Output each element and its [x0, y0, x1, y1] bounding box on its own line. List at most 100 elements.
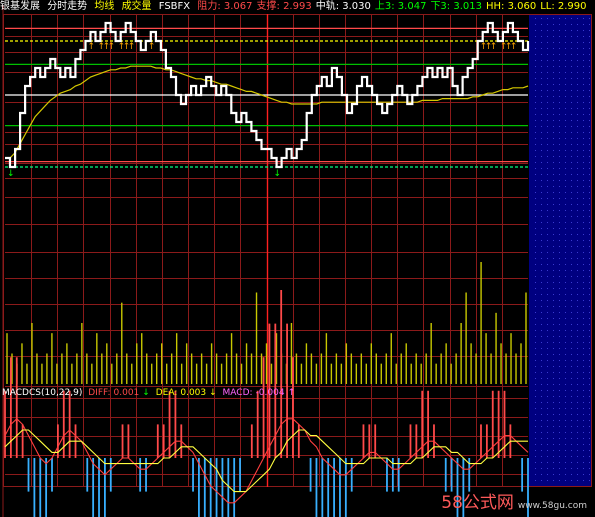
panel-dot: [535, 186, 536, 187]
panel-dot: [535, 294, 536, 295]
panel-dot: [541, 318, 542, 319]
panel-dot: [535, 162, 536, 163]
panel-dot: [559, 462, 560, 463]
macd-dea-arrow: ↓: [209, 388, 217, 398]
panel-dot: [553, 72, 554, 73]
panel-dot: [571, 192, 572, 193]
tab-intraday[interactable]: 分时走势: [47, 1, 87, 12]
panel-dot: [541, 210, 542, 211]
panel-dot: [559, 354, 560, 355]
panel-dot: [571, 174, 572, 175]
panel-dot: [553, 36, 554, 37]
volume-label[interactable]: 成交量: [122, 1, 152, 12]
panel-dot: [535, 54, 536, 55]
panel-dot: [547, 222, 548, 223]
panel-dot: [535, 168, 536, 169]
panel-dot: [553, 180, 554, 181]
panel-dot: [547, 60, 548, 61]
panel-dot: [559, 48, 560, 49]
panel-dot: [589, 234, 590, 235]
panel-dot: [589, 150, 590, 151]
panel-dot: [571, 216, 572, 217]
panel-dot: [565, 120, 566, 121]
panel-dot: [577, 138, 578, 139]
panel-dot: [541, 120, 542, 121]
panel-dot: [577, 330, 578, 331]
panel-dot: [553, 126, 554, 127]
panel-dot: [547, 180, 548, 181]
panel-dot: [553, 60, 554, 61]
panel-dot: [535, 444, 536, 445]
ma-label[interactable]: 均线: [94, 1, 114, 12]
panel-dot: [553, 408, 554, 409]
panel-dot: [559, 390, 560, 391]
chart-frame: [3, 14, 592, 487]
panel-dot: [565, 366, 566, 367]
panel-dot: [559, 180, 560, 181]
panel-dot: [571, 60, 572, 61]
panel-dot: [559, 432, 560, 433]
panel-dot: [589, 456, 590, 457]
panel-dot: [589, 216, 590, 217]
panel-dot: [559, 216, 560, 217]
macd-diff-arrow: ↓: [142, 388, 150, 398]
intraday-chart[interactable]: ↓↑ ↑↑↑ ↑↑↑ ↑↓↑↑↑ ↑↑↑: [0, 0, 595, 517]
panel-dot: [583, 336, 584, 337]
panel-dot: [541, 216, 542, 217]
panel-dot: [535, 306, 536, 307]
panel-dot: [547, 30, 548, 31]
panel-dot: [571, 120, 572, 121]
panel-dot: [553, 270, 554, 271]
panel-dot: [559, 54, 560, 55]
panel-dot: [535, 366, 536, 367]
panel-dot: [547, 108, 548, 109]
panel-dot: [541, 300, 542, 301]
panel-dot: [565, 96, 566, 97]
indicator-values: 阻力: 3.067 支撑: 2.993 中轨: 3.030 上3: 3.047 下3: …: [197, 1, 590, 12]
panel-dot: [553, 234, 554, 235]
panel-dot: [565, 36, 566, 37]
panel-dot: [577, 426, 578, 427]
panel-dot: [571, 18, 572, 19]
panel-dot: [559, 126, 560, 127]
panel-dot: [571, 162, 572, 163]
panel-dot: [565, 60, 566, 61]
panel-dot: [559, 408, 560, 409]
panel-dot: [541, 462, 542, 463]
panel-dot: [571, 408, 572, 409]
panel-dot: [571, 396, 572, 397]
panel-dot: [589, 468, 590, 469]
panel-dot: [541, 426, 542, 427]
panel-dot: [553, 402, 554, 403]
panel-dot: [565, 378, 566, 379]
panel-dot: [535, 198, 536, 199]
panel-dot: [577, 378, 578, 379]
panel-dot: [565, 444, 566, 445]
panel-dot: [571, 240, 572, 241]
panel-dot: [559, 258, 560, 259]
panel-dot: [547, 36, 548, 37]
panel-dot: [535, 138, 536, 139]
panel-dot: [571, 204, 572, 205]
panel-dot: [553, 150, 554, 151]
panel-dot: [535, 18, 536, 19]
panel-dot: [547, 228, 548, 229]
panel-dot: [535, 240, 536, 241]
panel-dot: [541, 264, 542, 265]
panel-dot: [565, 384, 566, 385]
panel-dot: [547, 78, 548, 79]
panel-dot: [535, 426, 536, 427]
panel-dot: [553, 366, 554, 367]
panel-dot: [571, 198, 572, 199]
panel-dot: [589, 174, 590, 175]
panel-dot: [559, 438, 560, 439]
panel-dot: [571, 180, 572, 181]
panel-dot: [541, 282, 542, 283]
panel-dot: [583, 456, 584, 457]
panel-dot: [565, 204, 566, 205]
panel-dot: [559, 264, 560, 265]
panel-dot: [547, 306, 548, 307]
panel-dot: [571, 468, 572, 469]
panel-dot: [553, 336, 554, 337]
panel-dot: [535, 234, 536, 235]
